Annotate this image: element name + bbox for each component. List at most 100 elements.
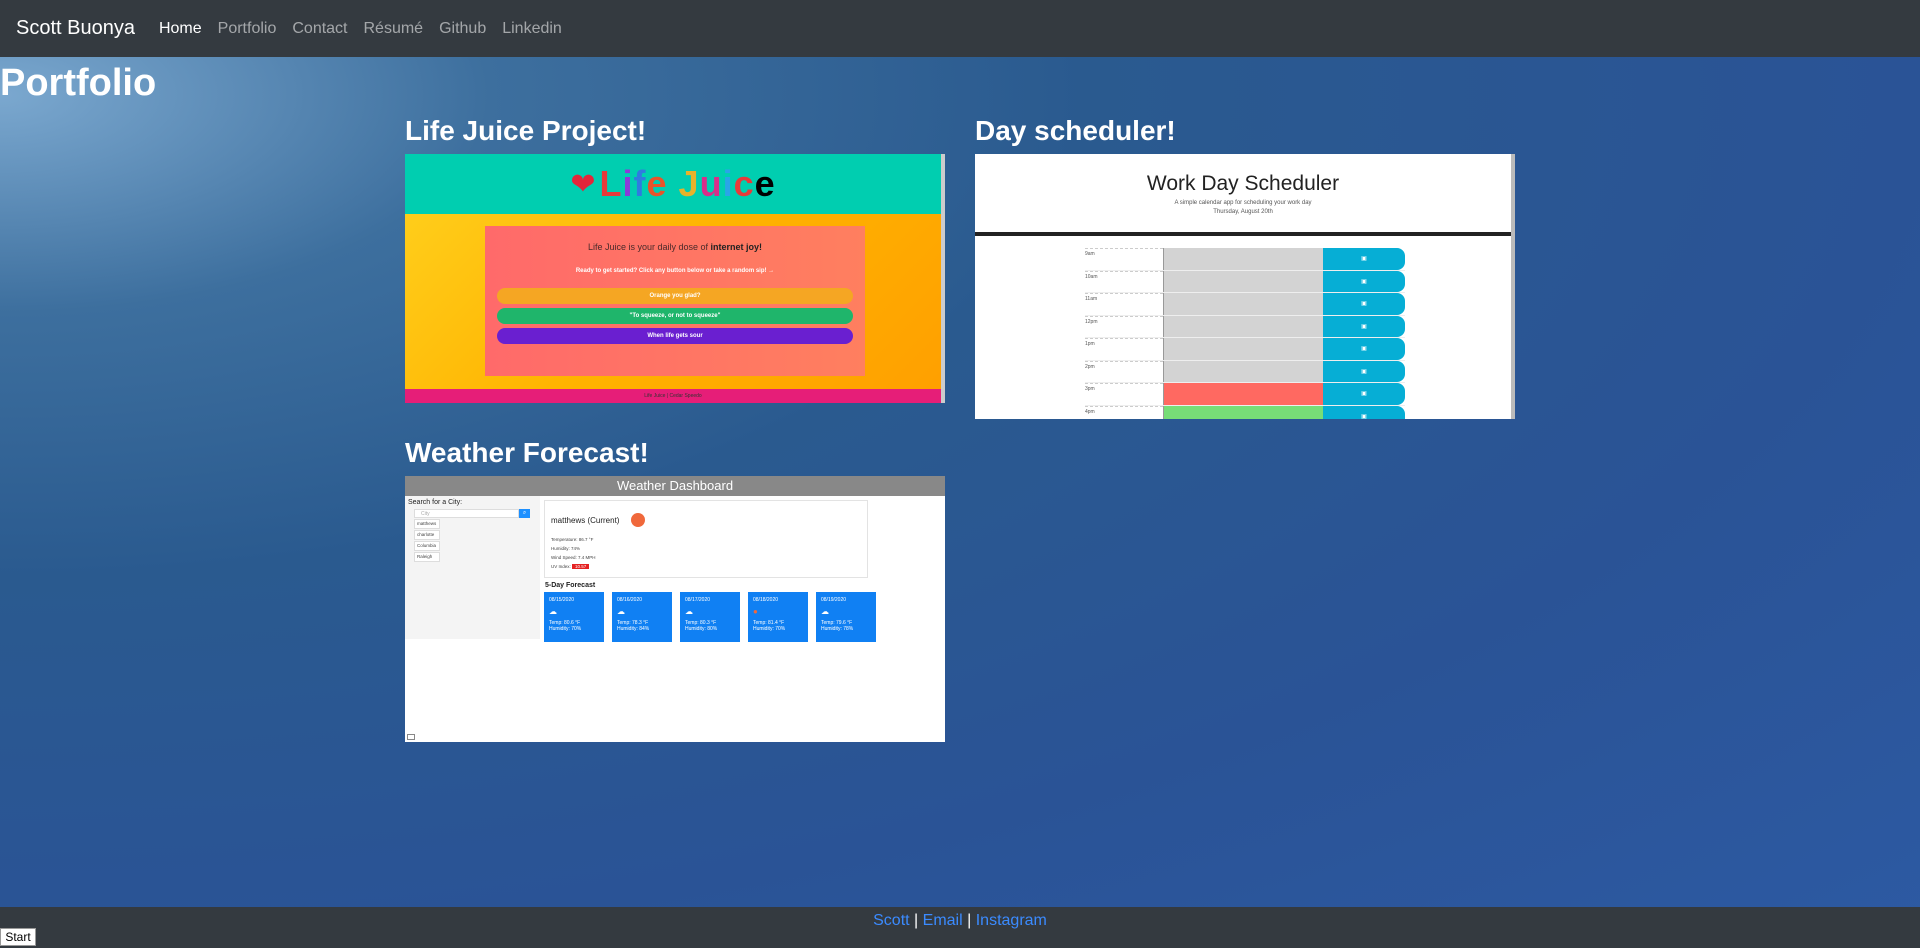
- weather-search: City ⌕: [414, 509, 537, 518]
- save-icon: ▣: [1323, 383, 1405, 405]
- cloud-icon: ☁: [685, 607, 693, 616]
- life-juice-ready: Ready to get started? Click any button b…: [575, 268, 775, 274]
- event-field: [1163, 383, 1323, 405]
- scheduler-subtitle: A simple calendar app for scheduling you…: [1174, 200, 1312, 206]
- save-icon: ▣: [1323, 360, 1405, 382]
- time-block: 2pm ▣: [1085, 360, 1405, 383]
- event-field: [1163, 270, 1323, 292]
- footer: Scott | Email | Instagram: [0, 907, 1920, 948]
- current-weather: matthews (Current) Temperature: 86.7 °F …: [544, 500, 868, 578]
- nav-contact[interactable]: Contact: [292, 20, 347, 38]
- event-field: [1163, 338, 1323, 360]
- life-juice-logo: Life Juice: [599, 163, 776, 204]
- footer-separator: |: [914, 912, 919, 929]
- orange-button: Orange you glad?: [497, 288, 853, 304]
- project-card-weather: Weather Forecast! Weather Dashboard Sear…: [405, 436, 945, 742]
- cloud-icon: ☁: [617, 607, 625, 616]
- event-field: [1163, 248, 1323, 270]
- save-icon: ▣: [1323, 248, 1405, 270]
- navbar: Scott Buonya Home Portfolio Contact Résu…: [0, 0, 1920, 57]
- life-juice-tagline: Life Juice is your daily dose of interne…: [587, 242, 763, 252]
- city-history-item: charlotte: [414, 530, 440, 540]
- squeeze-button: "To squeeze, or not to squeeze": [497, 308, 853, 324]
- city-history-item: matthews: [414, 519, 440, 529]
- event-field: [1163, 360, 1323, 382]
- nav-github[interactable]: Github: [439, 20, 486, 38]
- footer-link-instagram[interactable]: Instagram: [976, 912, 1047, 929]
- wind-speed: Wind Speed: 7.4 MPH: [551, 555, 596, 560]
- hour-label: 9am: [1085, 248, 1163, 270]
- save-icon: ▣: [1323, 293, 1405, 315]
- cloud-icon: ☁: [549, 607, 557, 616]
- forecast-row: 08/15/2020 ☁ Temp: 80.6 °F Humidity: 70% 08…: [544, 592, 876, 642]
- event-field: [1163, 405, 1323, 419]
- forecast-card: 08/17/2020 ☁ Temp: 80.3 °F Humidity: 80%: [680, 592, 740, 642]
- nav-portfolio[interactable]: Portfolio: [218, 20, 277, 38]
- current-city: matthews (Current): [551, 513, 861, 527]
- footer-link-scott[interactable]: Scott: [873, 912, 909, 929]
- forecast-card: 08/15/2020 ☁ Temp: 80.6 °F Humidity: 70%: [544, 592, 604, 642]
- forecast-card: 08/19/2020 ☁ Temp: 79.6 °F Humidity: 78%: [816, 592, 876, 642]
- weather-header: Weather Dashboard: [405, 476, 945, 496]
- project-title: Weather Forecast!: [405, 437, 649, 468]
- sun-icon: [631, 513, 646, 527]
- start-button[interactable]: Start: [0, 928, 36, 946]
- hour-label: 3pm: [1085, 383, 1163, 405]
- life-juice-panel: Life Juice is your daily dose of interne…: [485, 226, 865, 376]
- event-field: [1163, 293, 1323, 315]
- scheduler-app-title: Work Day Scheduler: [1146, 172, 1340, 195]
- hour-label: 1pm: [1085, 338, 1163, 360]
- life-juice-footer: Life Juice | Cedar Speedo: [405, 389, 941, 403]
- scheduler-screenshot[interactable]: Work Day Scheduler A simple calendar app…: [975, 154, 1515, 419]
- sour-button: When life gets sour: [497, 328, 853, 344]
- hour-label: 4pm: [1085, 405, 1163, 420]
- scheduler-header: Work Day Scheduler A simple calendar app…: [975, 154, 1511, 236]
- hour-label: 11am: [1085, 293, 1163, 315]
- life-juice-screenshot[interactable]: ❤ Life Juice Life Juice is your daily do…: [405, 154, 945, 403]
- nav-linkedin[interactable]: Linkedin: [502, 20, 562, 38]
- cloud-icon: ☁: [821, 607, 829, 616]
- time-block: 9am ▣: [1085, 248, 1405, 271]
- scheduler-date: Thursday, August 20th: [1213, 209, 1273, 215]
- forecast-card: 08/16/2020 ☁ Temp: 78.3 °F Humidity: 84%: [612, 592, 672, 642]
- page-title: Portfolio: [0, 62, 157, 104]
- time-block: 11am ▣: [1085, 293, 1405, 316]
- sun-icon: ●: [753, 607, 758, 616]
- corner-icon: [407, 734, 415, 740]
- hour-label: 12pm: [1085, 315, 1163, 338]
- weather-sidebar: Search for a City: City ⌕ matthews charl…: [405, 496, 540, 639]
- life-juice-header: ❤ Life Juice: [405, 154, 941, 214]
- time-block: 3pm ▣: [1085, 383, 1405, 406]
- footer-separator: |: [967, 912, 972, 929]
- brand-link[interactable]: Scott Buonya: [16, 17, 135, 40]
- project-card-life-juice: Life Juice Project! ❤ Life Juice Life Ju…: [405, 114, 945, 403]
- save-icon: ▣: [1323, 315, 1405, 337]
- uv-index: UV Index: 10.57: [551, 564, 861, 569]
- search-icon: ⌕: [519, 509, 530, 518]
- project-title: Day scheduler!: [975, 115, 1176, 146]
- time-block: 1pm ▣: [1085, 338, 1405, 361]
- project-card-scheduler: Day scheduler! Work Day Scheduler A simp…: [975, 114, 1515, 419]
- city-history-item: Columbia: [414, 541, 440, 551]
- footer-link-email[interactable]: Email: [923, 912, 963, 929]
- humidity: Humidity: 74%: [551, 546, 581, 551]
- search-label: Search for a City:: [408, 499, 463, 506]
- hour-label: 10am: [1085, 270, 1163, 293]
- nav-home[interactable]: Home: [159, 20, 202, 38]
- hour-label: 2pm: [1085, 360, 1163, 383]
- weather-screenshot[interactable]: Weather Dashboard Search for a City: Cit…: [405, 476, 945, 742]
- save-icon: ▣: [1323, 338, 1405, 360]
- project-title: Life Juice Project!: [405, 115, 647, 146]
- time-block: 12pm ▣: [1085, 315, 1405, 338]
- city-input: City: [414, 509, 519, 518]
- scheduler-rows: 9am ▣ 10am ▣ 11am ▣ 12pm ▣ 1pm ▣ 2pm ▣ 3pm ▣ 4p…: [1085, 248, 1405, 419]
- event-field: [1163, 315, 1323, 337]
- save-icon: ▣: [1323, 405, 1405, 419]
- forecast-card: 08/18/2020 ● Temp: 81.4 °F Humidity: 70%: [748, 592, 808, 642]
- forecast-label: 5-Day Forecast: [545, 582, 596, 589]
- time-block: 10am ▣: [1085, 270, 1405, 293]
- save-icon: ▣: [1323, 270, 1405, 292]
- nav-resume[interactable]: Résumé: [364, 20, 424, 38]
- heart-icon: ❤: [570, 167, 596, 201]
- temperature: Temperature: 86.7 °F: [551, 537, 594, 542]
